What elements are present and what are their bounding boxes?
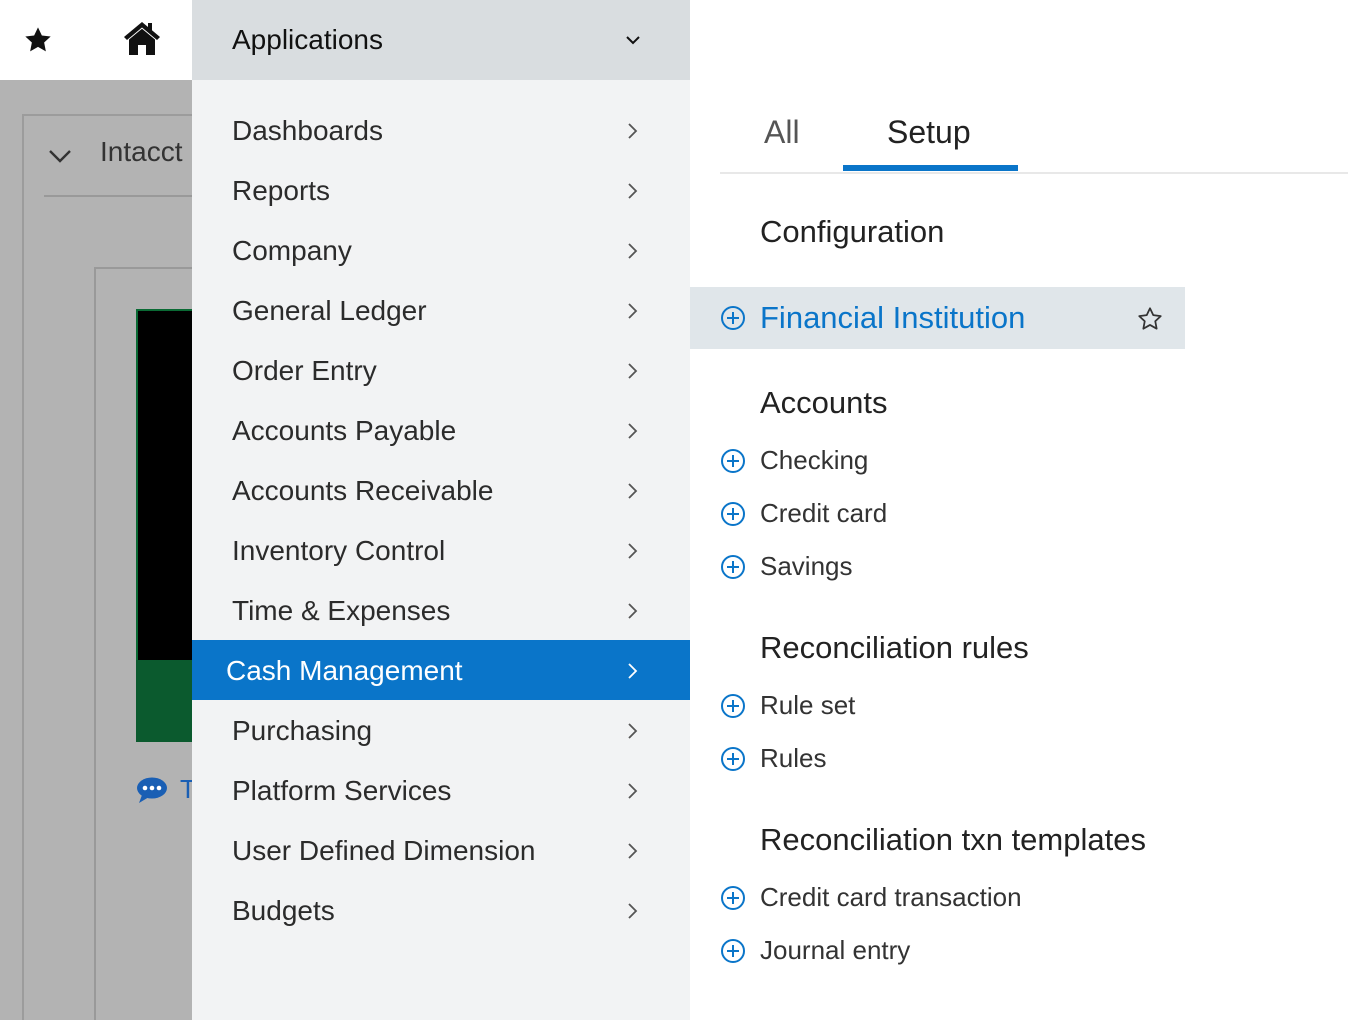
background-page: Intacct T bbox=[0, 80, 192, 1020]
add-circle-icon[interactable] bbox=[720, 448, 746, 474]
link-checking[interactable]: Checking bbox=[690, 435, 1185, 487]
chevron-right-icon bbox=[628, 303, 638, 319]
menu-item-platform-services[interactable]: Platform Services bbox=[192, 760, 690, 820]
menu-item-purchasing[interactable]: Purchasing bbox=[192, 700, 690, 760]
chevron-right-icon bbox=[628, 183, 638, 199]
menu-item-label: User Defined Dimension bbox=[232, 835, 536, 866]
add-circle-icon[interactable] bbox=[720, 501, 746, 527]
link-credit-card[interactable]: Credit card bbox=[690, 488, 1185, 540]
chevron-right-icon bbox=[628, 543, 638, 559]
submenu-panel: All Setup Configuration Financial Instit… bbox=[690, 0, 1348, 1020]
link-label[interactable]: Financial Institution bbox=[760, 300, 1025, 336]
link-credit-card-transaction[interactable]: Credit card transaction bbox=[690, 872, 1185, 924]
menu-item-label: Platform Services bbox=[232, 775, 452, 806]
chevron-down-icon bbox=[626, 36, 640, 45]
chevron-right-icon bbox=[628, 483, 638, 499]
chevron-right-icon bbox=[628, 723, 638, 739]
chevron-right-icon bbox=[628, 603, 638, 619]
section-title-reconciliation-rules: Reconciliation rules bbox=[760, 630, 1029, 665]
menu-item-general-ledger[interactable]: General Ledger bbox=[192, 280, 690, 340]
chat-icon bbox=[137, 777, 167, 803]
menu-item-label: Time & Expenses bbox=[232, 595, 451, 626]
menu-item-label: Accounts Receivable bbox=[232, 475, 494, 506]
menu-item-cash-management[interactable]: Cash Management bbox=[192, 640, 690, 700]
menu-item-company[interactable]: Company bbox=[192, 220, 690, 280]
chevron-down-icon bbox=[49, 150, 71, 163]
link-label[interactable]: Credit card transaction bbox=[760, 882, 1022, 913]
background-chat-text: T bbox=[180, 774, 192, 804]
link-label[interactable]: Rules bbox=[760, 743, 826, 774]
menu-item-reports[interactable]: Reports bbox=[192, 160, 690, 220]
chevron-right-icon bbox=[628, 903, 638, 919]
chevron-right-icon bbox=[628, 783, 638, 799]
add-circle-icon[interactable] bbox=[720, 305, 746, 331]
link-rules[interactable]: Rules bbox=[690, 733, 1185, 785]
chevron-right-icon bbox=[628, 843, 638, 859]
menu-item-dashboards[interactable]: Dashboards bbox=[192, 100, 690, 160]
chevron-right-icon bbox=[628, 363, 638, 379]
chevron-right-icon bbox=[628, 423, 638, 439]
applications-menu: Applications Dashboards Reports Company … bbox=[192, 0, 690, 1020]
menu-item-user-defined-dimension[interactable]: User Defined Dimension bbox=[192, 820, 690, 880]
add-circle-icon[interactable] bbox=[720, 885, 746, 911]
tab-active-indicator bbox=[843, 165, 1018, 171]
menu-item-time-expenses[interactable]: Time & Expenses bbox=[192, 580, 690, 640]
home-icon[interactable] bbox=[121, 18, 163, 58]
menu-item-budgets[interactable]: Budgets bbox=[192, 880, 690, 940]
menu-item-label: Cash Management bbox=[226, 655, 463, 686]
menu-item-inventory-control[interactable]: Inventory Control bbox=[192, 520, 690, 580]
link-label[interactable]: Savings bbox=[760, 551, 853, 582]
chevron-right-icon bbox=[628, 243, 638, 259]
link-label[interactable]: Checking bbox=[760, 445, 868, 476]
menu-item-accounts-receivable[interactable]: Accounts Receivable bbox=[192, 460, 690, 520]
add-circle-icon[interactable] bbox=[720, 938, 746, 964]
star-icon[interactable] bbox=[22, 24, 54, 56]
chevron-right-icon bbox=[628, 663, 638, 679]
section-title-accounts: Accounts bbox=[760, 385, 888, 420]
tab-setup[interactable]: Setup bbox=[887, 114, 971, 151]
link-label[interactable]: Credit card bbox=[760, 498, 887, 529]
menu-item-label: Dashboards bbox=[232, 115, 383, 146]
tab-all[interactable]: All bbox=[764, 114, 800, 151]
star-outline-icon[interactable] bbox=[1136, 305, 1164, 333]
divider bbox=[44, 195, 192, 197]
applications-dropdown[interactable]: Applications bbox=[192, 0, 690, 80]
link-journal-entry[interactable]: Journal entry bbox=[690, 925, 1185, 977]
background-chart-area bbox=[136, 309, 192, 663]
menu-item-label: Company bbox=[232, 235, 352, 266]
add-circle-icon[interactable] bbox=[720, 746, 746, 772]
section-title-configuration: Configuration bbox=[760, 214, 945, 249]
top-icon-bar bbox=[0, 0, 192, 80]
menu-item-accounts-payable[interactable]: Accounts Payable bbox=[192, 400, 690, 460]
tab-divider bbox=[720, 172, 1348, 174]
link-rule-set[interactable]: Rule set bbox=[690, 680, 1185, 732]
menu-item-label: Purchasing bbox=[232, 715, 373, 746]
menu-item-label: Budgets bbox=[232, 895, 335, 926]
menu-item-order-entry[interactable]: Order Entry bbox=[192, 340, 690, 400]
link-savings[interactable]: Savings bbox=[690, 541, 1185, 593]
menu-item-label: Order Entry bbox=[232, 355, 377, 386]
menu-item-label: Reports bbox=[232, 175, 331, 206]
link-label[interactable]: Rule set bbox=[760, 690, 855, 721]
background-card-title: Intacct bbox=[100, 136, 183, 167]
add-circle-icon[interactable] bbox=[720, 554, 746, 580]
applications-label: Applications bbox=[232, 24, 383, 55]
link-financial-institution[interactable]: Financial Institution bbox=[690, 287, 1185, 349]
add-circle-icon[interactable] bbox=[720, 693, 746, 719]
link-label[interactable]: Journal entry bbox=[760, 935, 910, 966]
section-title-reconciliation-txn-templates: Reconciliation txn templates bbox=[760, 822, 1146, 857]
menu-item-label: Inventory Control bbox=[232, 535, 446, 566]
background-green-bar bbox=[136, 660, 192, 742]
chevron-right-icon bbox=[628, 123, 638, 139]
menu-item-label: General Ledger bbox=[232, 295, 427, 326]
menu-item-label: Accounts Payable bbox=[232, 415, 457, 446]
